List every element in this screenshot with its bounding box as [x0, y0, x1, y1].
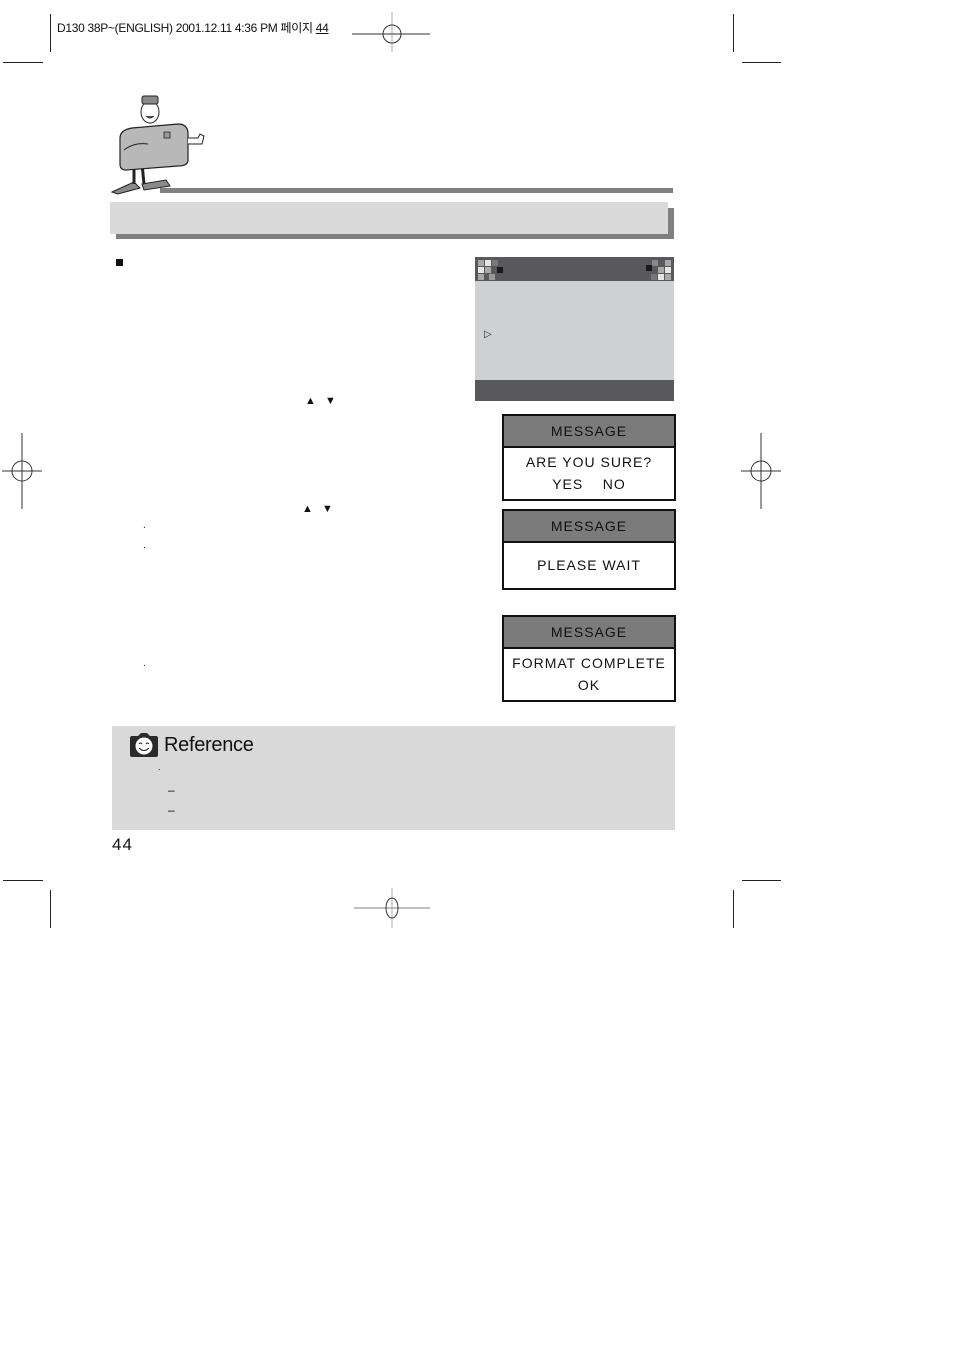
message-header: MESSAGE	[504, 511, 674, 543]
registration-mark	[741, 433, 781, 509]
pixel-decor	[658, 267, 664, 273]
reference-bullet: .	[158, 762, 161, 772]
message-ok: OK	[577, 677, 601, 693]
pixel-decor	[658, 274, 664, 280]
message-dialog-confirm: MESSAGE ARE YOU SURE? YES NO	[502, 414, 676, 501]
crop-mark	[742, 62, 781, 63]
crop-mark	[3, 62, 43, 63]
list-dot: .	[143, 540, 146, 551]
reference-dash: –	[168, 783, 175, 797]
menu-pointer-icon: ▷	[484, 329, 492, 340]
camera-mascot-icon	[110, 95, 205, 195]
pixel-decor	[478, 274, 484, 280]
crop-mark	[733, 890, 734, 928]
pixel-decor	[646, 265, 652, 271]
pixel-decor	[489, 274, 495, 280]
message-options: YES NO	[552, 476, 626, 492]
reference-box: Reference . – –	[112, 726, 675, 830]
message-dialog-complete: MESSAGE FORMAT COMPLETE OK	[502, 615, 676, 702]
message-dialog-wait: MESSAGE PLEASE WAIT	[502, 509, 676, 590]
pixel-decor	[492, 260, 498, 266]
reference-title: Reference	[164, 734, 254, 756]
page-number: 44	[112, 835, 133, 854]
pixel-decor	[652, 260, 658, 266]
message-header: MESSAGE	[504, 416, 674, 448]
crop-mark	[50, 890, 51, 928]
bullet-square-icon	[116, 259, 123, 266]
print-slug-text: D130 38P~(ENGLISH) 2001.12.11 4:36 PM 페이…	[57, 21, 316, 35]
reference-dash: –	[168, 803, 175, 817]
pixel-decor	[665, 267, 671, 273]
message-header: MESSAGE	[504, 617, 674, 649]
message-text: PLEASE WAIT	[537, 557, 641, 573]
lcd-menu-footer	[475, 380, 674, 401]
pixel-decor	[485, 260, 491, 266]
registration-mark	[2, 433, 42, 509]
list-dot: .	[143, 658, 146, 669]
pixel-decor	[665, 260, 671, 266]
crop-mark	[50, 14, 51, 52]
print-slug: D130 38P~(ENGLISH) 2001.12.11 4:36 PM 페이…	[57, 19, 329, 36]
pixel-decor	[478, 260, 484, 266]
registration-mark	[352, 12, 430, 52]
section-title-bar	[110, 202, 668, 234]
lcd-menu-screen: ▷	[475, 257, 674, 401]
header-rule	[160, 188, 673, 193]
registration-mark	[354, 888, 430, 928]
pixel-decor	[478, 267, 484, 273]
message-text: FORMAT COMPLETE	[512, 655, 666, 671]
crop-mark	[742, 880, 781, 881]
pixel-decor	[497, 267, 503, 273]
up-down-arrows-icon: ▲ ▼	[305, 395, 339, 407]
pixel-decor	[665, 274, 671, 280]
message-text: ARE YOU SURE?	[525, 454, 653, 470]
crop-mark	[3, 880, 43, 881]
list-dot: .	[143, 520, 146, 531]
crop-mark	[733, 14, 734, 52]
pixel-decor	[485, 267, 491, 273]
lcd-menu-header	[475, 257, 674, 281]
pixel-decor	[651, 274, 657, 280]
up-down-arrows-icon: ▲ ▼	[302, 503, 336, 515]
print-slug-page: 44	[315, 21, 329, 35]
smiling-camera-icon	[130, 733, 158, 757]
